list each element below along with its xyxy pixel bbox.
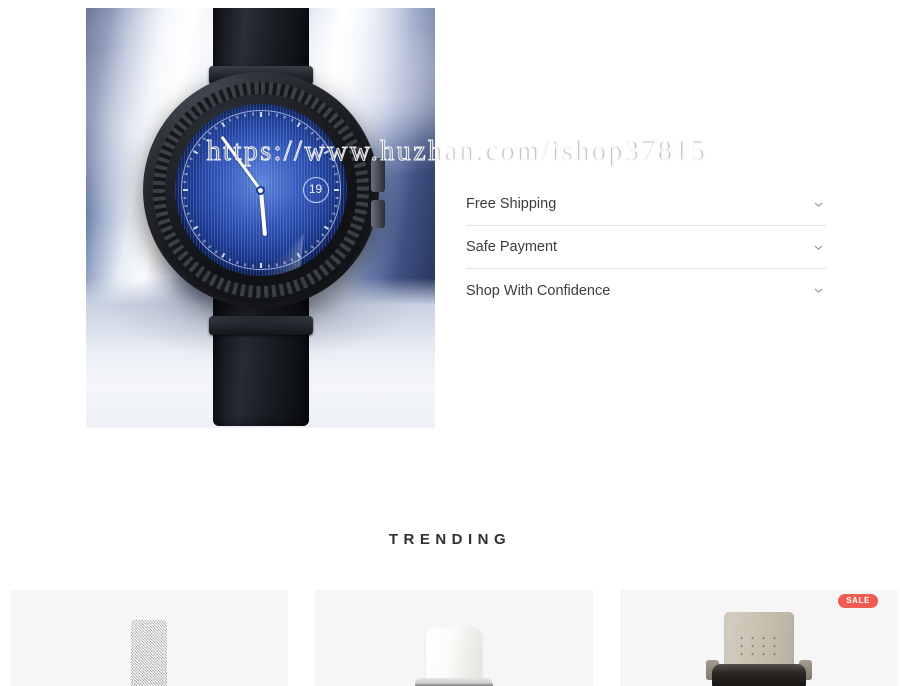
product-page: 19 https://www.huzhan.com/ishop37815 Fre… <box>0 0 900 686</box>
watch-hand-cap <box>256 185 265 195</box>
product-hero-section: 19 https://www.huzhan.com/ishop37815 Fre… <box>0 0 900 470</box>
smartwatch-illustration: 19 <box>111 8 411 426</box>
product-3-perforations <box>736 634 782 656</box>
product-3-watch-body <box>712 664 806 686</box>
product-card-3[interactable]: SALE <box>620 590 898 686</box>
accordion-label: Safe Payment <box>466 239 558 255</box>
product-info-accordion: Free Shipping Safe Payment Shop With Con… <box>466 183 826 312</box>
product-card-1[interactable] <box>10 590 288 686</box>
watch-strap-keeper-bottom <box>208 316 313 335</box>
accordion-item-safe-payment[interactable]: Safe Payment <box>466 226 826 269</box>
product-2-strap <box>426 627 482 685</box>
accordion-label: Shop With Confidence <box>466 282 611 299</box>
trending-section-heading: TRENDING <box>388 531 512 548</box>
watch-case: 19 <box>142 72 385 308</box>
product-2-watch-body <box>415 678 493 686</box>
trending-product-grid: SALE <box>10 590 898 686</box>
product-main-image[interactable]: 19 <box>86 8 435 428</box>
dial-date-complication: 19 <box>302 177 329 203</box>
product-3-strap <box>724 612 794 670</box>
watch-crown-upper <box>370 158 385 192</box>
accordion-label: Free Shipping <box>466 196 557 212</box>
chevron-down-icon[interactable] <box>813 285 824 296</box>
watch-dial: 19 <box>174 104 347 276</box>
accordion-item-free-shipping[interactable]: Free Shipping <box>466 183 826 226</box>
sale-badge: SALE <box>838 594 878 608</box>
chevron-down-icon[interactable] <box>813 242 824 253</box>
watch-crown-lower <box>370 200 385 228</box>
product-1-strap <box>131 620 167 686</box>
accordion-item-shop-with-confidence[interactable]: Shop With Confidence <box>466 269 826 312</box>
product-card-2[interactable] <box>315 590 593 686</box>
chevron-down-icon[interactable] <box>813 199 824 210</box>
